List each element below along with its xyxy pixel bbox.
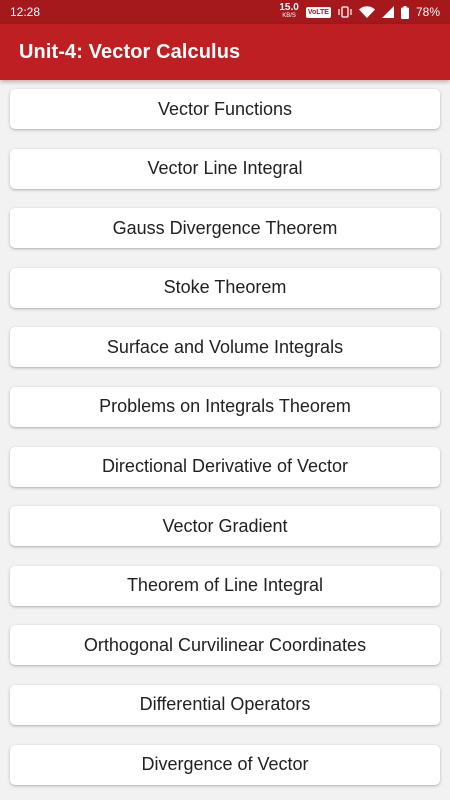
topic-button-differential-operators[interactable]: Differential Operators (10, 684, 440, 725)
topic-button-gauss-divergence-theorem[interactable]: Gauss Divergence Theorem (10, 208, 440, 249)
network-speed-unit: KB/S (282, 13, 296, 19)
topic-label: Gauss Divergence Theorem (112, 217, 338, 238)
status-icons: 15.0 KB/S VoLTE 78% (279, 2, 440, 20)
topic-label: Divergence of Vector (141, 754, 309, 775)
topic-button-problems-integrals-theorem[interactable]: Problems on Integrals Theorem (10, 386, 440, 427)
topic-button-vector-gradient[interactable]: Vector Gradient (10, 506, 440, 547)
topic-button-vector-functions[interactable]: Vector Functions (10, 89, 440, 129)
battery-percent: 78% (415, 5, 440, 19)
wifi-icon (358, 6, 375, 18)
topic-label: Differential Operators (139, 694, 311, 715)
topic-label: Vector Functions (157, 98, 293, 119)
topic-button-divergence-of-vector[interactable]: Divergence of Vector (10, 744, 440, 785)
volte-badge: VoLTE (305, 6, 331, 18)
topic-button-theorem-line-integral[interactable]: Theorem of Line Integral (10, 565, 440, 606)
app-bar: Unit-4: Vector Calculus (0, 24, 450, 80)
network-speed-value: 15.0 (279, 2, 299, 13)
topic-label: Vector Line Integral (147, 158, 303, 179)
vibrate-icon (338, 6, 352, 18)
topic-label: Orthogonal Curvilinear Coordinates (83, 634, 367, 655)
page-title: Unit-4: Vector Calculus (19, 40, 241, 63)
topic-list: Vector Functions Vector Line Integral Ga… (10, 89, 440, 800)
topic-button-surface-volume-integrals[interactable]: Surface and Volume Integrals (10, 327, 440, 368)
signal-icon (381, 6, 394, 18)
topic-label: Theorem of Line Integral (126, 575, 324, 596)
status-bar: 12:28 15.0 KB/S VoLTE 78% (0, 0, 450, 24)
topic-button-stoke-theorem[interactable]: Stoke Theorem (10, 267, 440, 308)
topic-label: Directional Derivative of Vector (101, 456, 349, 477)
battery-icon (400, 5, 409, 19)
network-speed: 15.0 KB/S (279, 2, 299, 20)
topic-button-directional-derivative[interactable]: Directional Derivative of Vector (10, 446, 440, 487)
topic-button-vector-line-integral[interactable]: Vector Line Integral (10, 148, 440, 189)
topic-label: Stoke Theorem (163, 277, 287, 298)
topic-label: Problems on Integrals Theorem (99, 396, 351, 417)
status-time: 12:28 (10, 5, 41, 19)
topic-label: Surface and Volume Integrals (106, 336, 344, 357)
topic-label: Vector Gradient (162, 515, 288, 536)
topic-button-orthogonal-curvilinear[interactable]: Orthogonal Curvilinear Coordinates (10, 625, 440, 666)
